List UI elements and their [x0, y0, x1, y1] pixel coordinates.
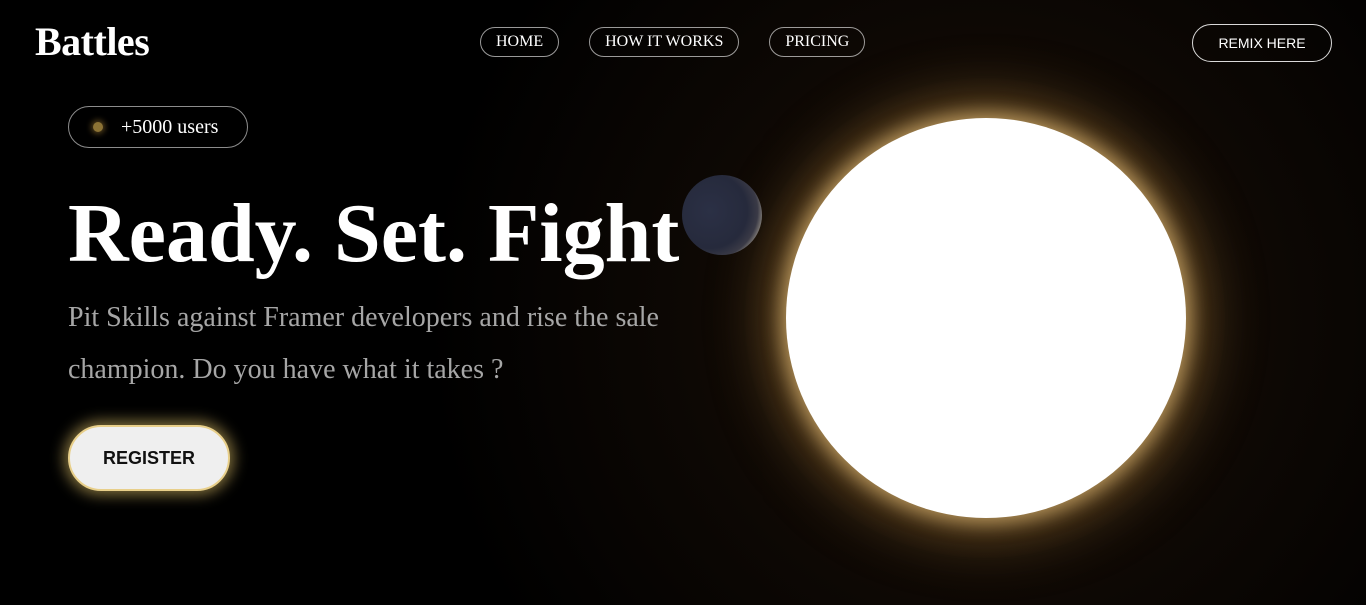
register-button[interactable]: REGISTER — [68, 425, 230, 491]
nav-home[interactable]: HOME — [480, 27, 560, 57]
remix-button[interactable]: REMIX HERE — [1192, 24, 1332, 62]
users-badge: +5000 users — [68, 106, 248, 148]
hero-headline: Ready. Set. Fight — [68, 187, 680, 280]
users-count: +5000 users — [121, 115, 219, 138]
hero-subtitle: Pit Skills against Framer developers and… — [68, 302, 659, 385]
nav-how-it-works[interactable]: HOW IT WORKS — [589, 27, 740, 57]
main-nav: HOME HOW IT WORKS PRICING — [480, 27, 866, 57]
brand-logo[interactable]: Battles — [35, 18, 150, 66]
landing-page: Battles HOME HOW IT WORKS PRICING REMIX … — [0, 0, 1366, 605]
moon-orb — [682, 175, 762, 255]
nav-pricing[interactable]: PRICING — [769, 27, 866, 57]
status-dot-icon — [93, 122, 103, 132]
sun-orb — [786, 118, 1186, 518]
